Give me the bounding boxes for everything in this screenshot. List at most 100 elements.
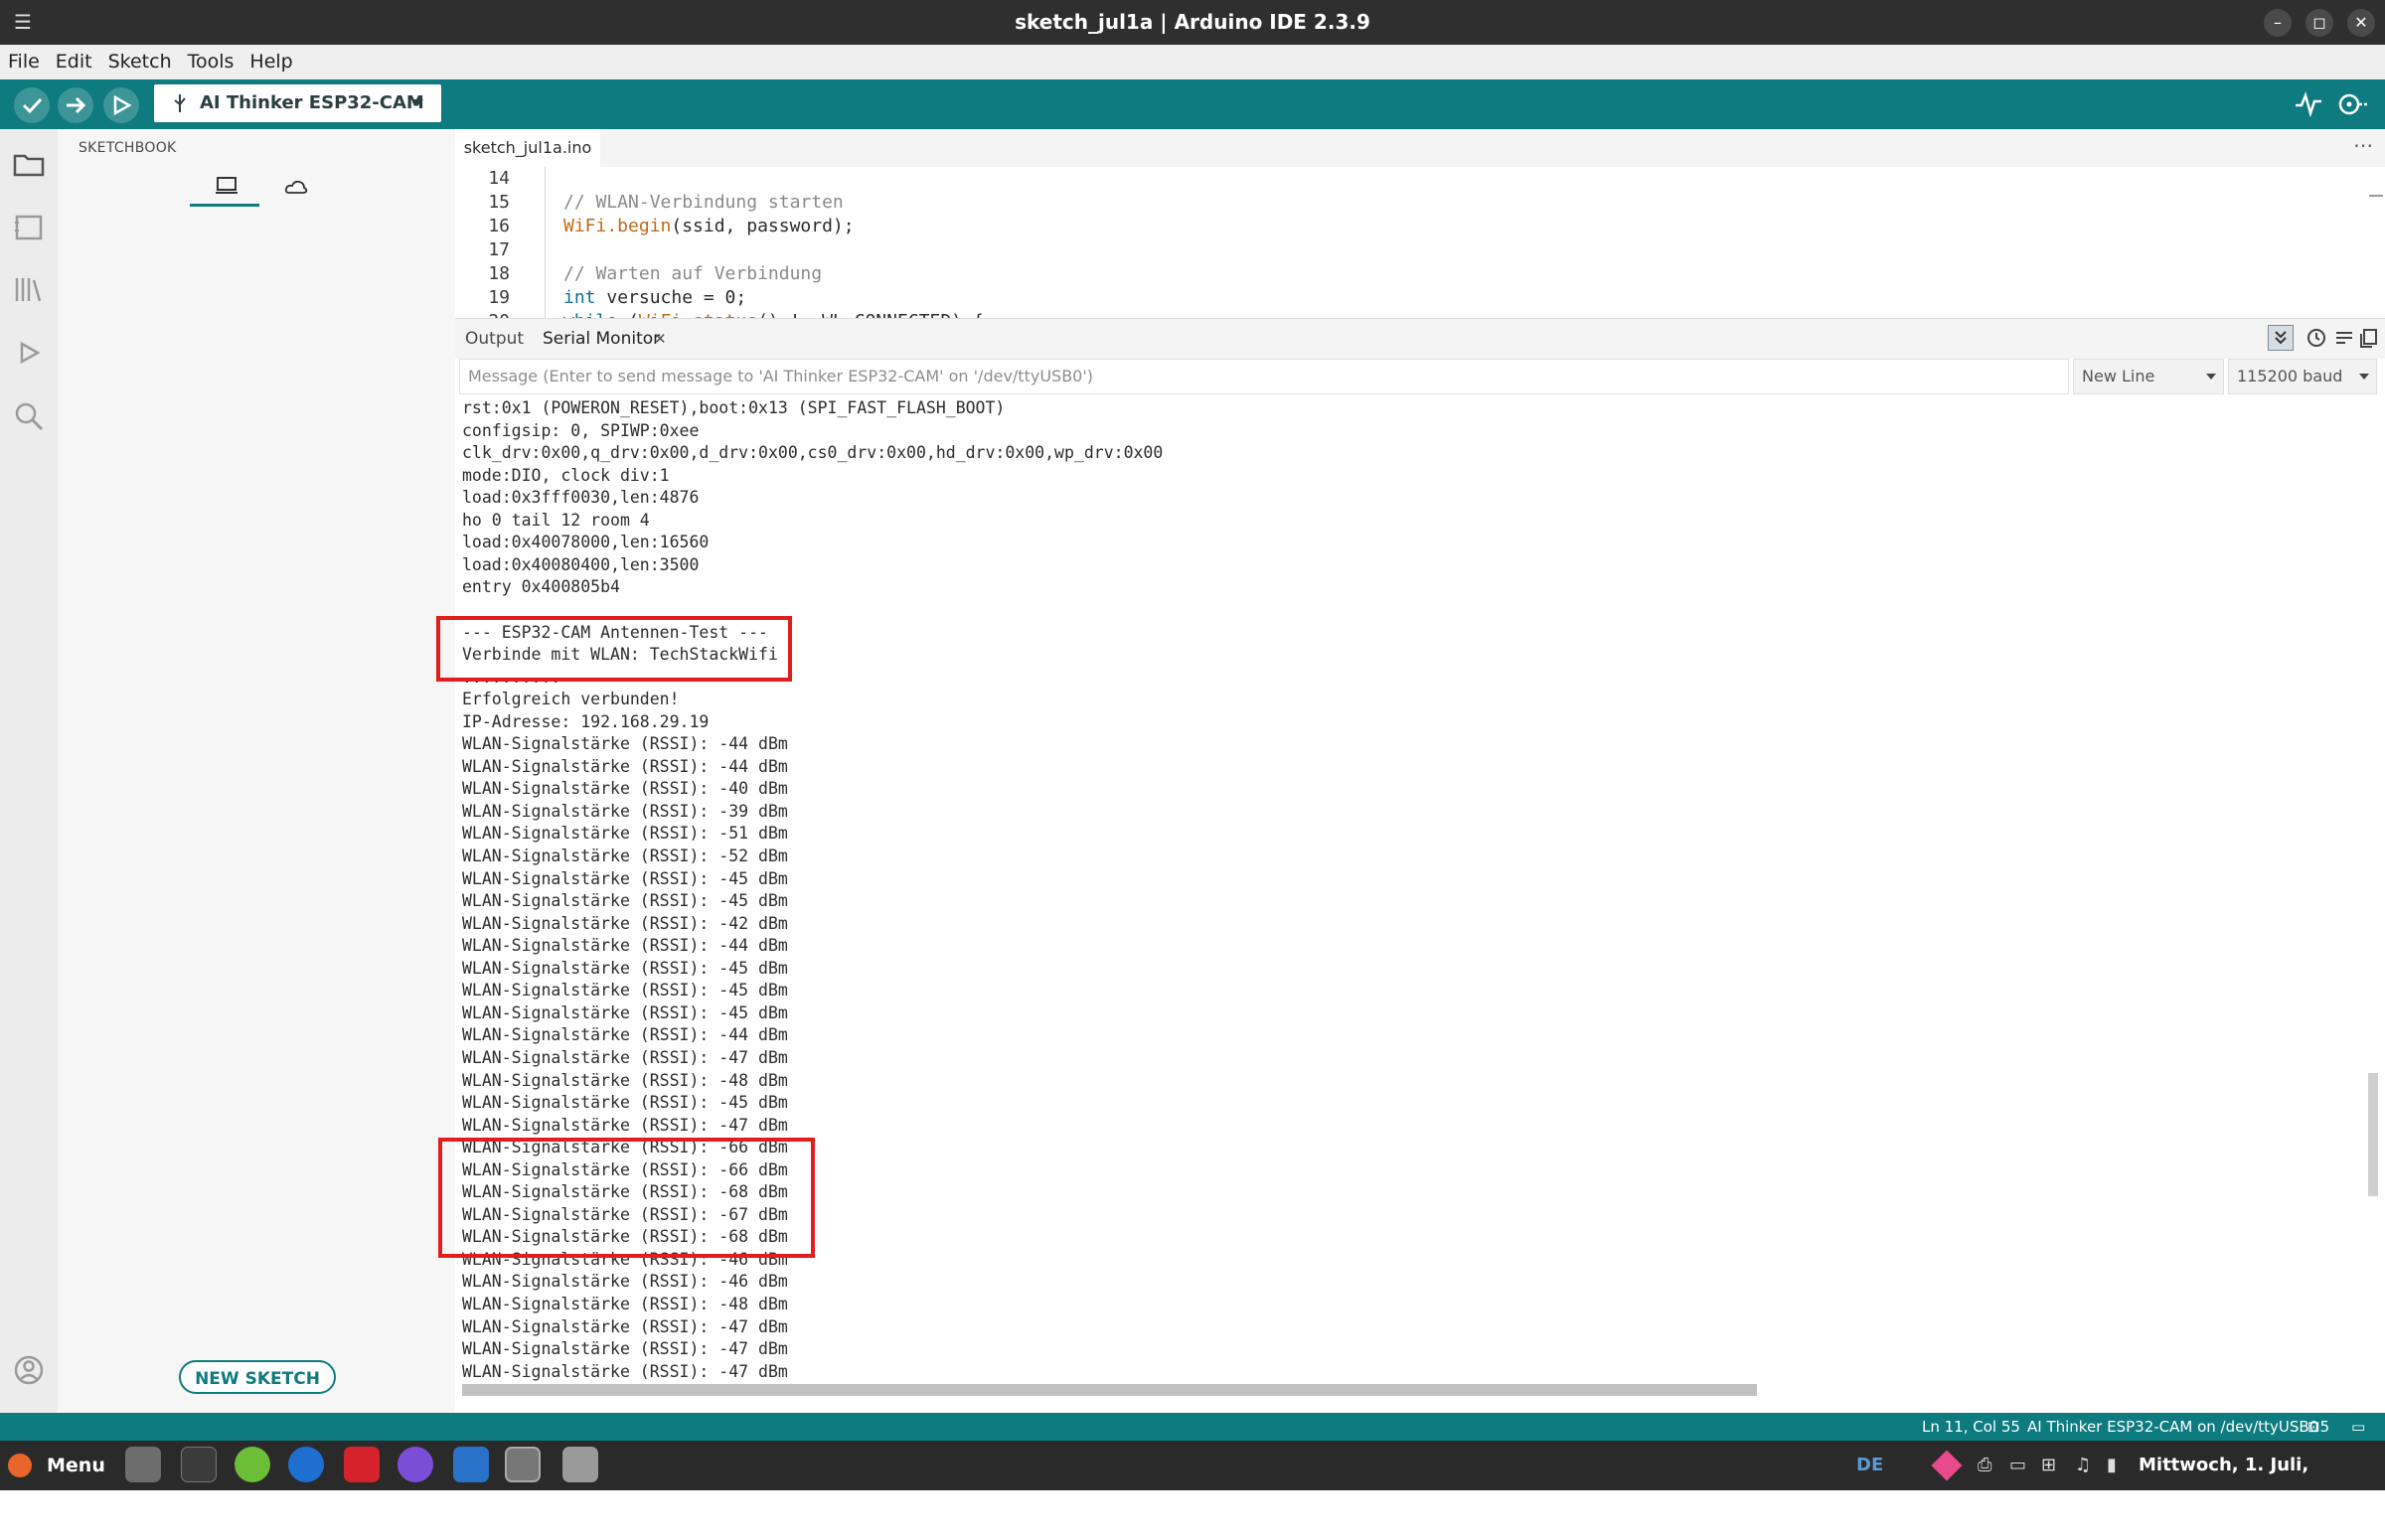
- terminal-app-icon[interactable]: [181, 1447, 217, 1482]
- verify-button[interactable]: [14, 87, 50, 123]
- clock[interactable]: Mittwoch, 1. Juli, 11:12:49: [2139, 1441, 2385, 1540]
- serial-line: WLAN-Signalstärke (RSSI): -44 dBm: [462, 1025, 788, 1045]
- close-window-button[interactable]: ✕: [2347, 9, 2375, 37]
- toggle-panel-icon[interactable]: ▭: [2351, 1413, 2365, 1441]
- serial-line: WLAN-Signalstärke (RSSI): -47 dBm: [462, 1047, 788, 1067]
- menu-edit[interactable]: Edit: [48, 45, 100, 79]
- close-tab-icon[interactable]: ✕: [654, 319, 667, 359]
- new-sketch-button[interactable]: NEW SKETCH: [179, 1360, 336, 1394]
- local-sketchbook-icon[interactable]: [216, 176, 238, 196]
- clear-output-icon[interactable]: [2333, 327, 2355, 349]
- keyboard-layout[interactable]: DE: [1856, 1441, 1883, 1490]
- serial-line: WLAN-Signalstärke (RSSI): -42 dBm: [462, 913, 788, 933]
- arrow-right-icon: [67, 96, 86, 114]
- printer-icon[interactable]: ⎙: [1978, 1441, 1991, 1490]
- network-icon[interactable]: ⊞: [2041, 1441, 2056, 1490]
- cursor-position[interactable]: Ln 11, Col 55: [1922, 1413, 2020, 1441]
- serial-line: load:0x40080400,len:3500: [462, 554, 700, 574]
- serial-line: WLAN-Signalstärke (RSSI): -51 dBm: [462, 824, 788, 844]
- menu-help[interactable]: Help: [241, 45, 300, 79]
- serial-line: WLAN-Signalstärke (RSSI): -45 dBm: [462, 981, 788, 1001]
- serial-line: clk_drv:0x00,q_drv:0x00,d_drv:0x00,cs0_d…: [462, 443, 1164, 463]
- board-name: AI Thinker ESP32-CAM: [200, 92, 424, 113]
- serial-plotter-icon[interactable]: [2294, 91, 2323, 117]
- battery-icon[interactable]: ▮: [2107, 1441, 2117, 1490]
- chevron-down-icon: [2206, 374, 2216, 380]
- status-bar: Ln 11, Col 55 AI Thinker ESP32-CAM on /d…: [0, 1413, 2385, 1441]
- serial-line: load:0x3fff0030,len:4876: [462, 488, 700, 508]
- thunderbird-app-icon[interactable]: [288, 1447, 324, 1482]
- serial-line: WLAN-Signalstärke (RSSI): -45 dBm: [462, 868, 788, 888]
- maximize-button[interactable]: ◻: [2306, 9, 2333, 37]
- debug-button[interactable]: [103, 87, 139, 123]
- serial-line: WLAN-Signalstärke (RSSI): -48 dBm: [462, 1295, 788, 1313]
- board-port-status[interactable]: AI Thinker ESP32-CAM on /dev/ttyUSB0: [2027, 1413, 2318, 1441]
- line-ending-value: New Line: [2082, 367, 2155, 385]
- image-viewer-app-icon[interactable]: [562, 1447, 598, 1482]
- activity-bar: [0, 129, 58, 1413]
- upload-button[interactable]: [58, 87, 93, 123]
- baud-rate-select[interactable]: 115200 baud: [2228, 359, 2377, 394]
- serial-line: mode:DIO, clock div:1: [462, 465, 670, 485]
- code-editor[interactable]: 14 15// WLAN-Verbindung starten 16 WiFi.b…: [455, 167, 2385, 318]
- menu-tools[interactable]: Tools: [180, 45, 242, 79]
- more-actions-icon[interactable]: ⋯: [2353, 133, 2373, 157]
- start-menu-button[interactable]: Menu: [47, 1441, 105, 1490]
- serial-line: WLAN-Signalstärke (RSSI): -47 dBm: [462, 1361, 788, 1381]
- debug-icon: [113, 94, 132, 116]
- active-tab-indicator: [190, 204, 259, 207]
- serial-line: configsip: 0, SPIWP:0xee: [462, 420, 700, 440]
- annotation-highlight-box: [436, 616, 792, 682]
- library-manager-icon[interactable]: [12, 272, 46, 306]
- serial-monitor-icon[interactable]: [2335, 89, 2371, 119]
- folder-icon[interactable]: [12, 147, 46, 181]
- serial-line: WLAN-Signalstärke (RSSI): -45 dBm: [462, 1093, 788, 1113]
- tab-output[interactable]: Output: [465, 319, 524, 359]
- serial-line: WLAN-Signalstärke (RSSI): -45 dBm: [462, 958, 788, 978]
- boards-manager-icon[interactable]: [12, 211, 46, 244]
- serial-line: WLAN-Signalstärke (RSSI): -48 dBm: [462, 1070, 788, 1090]
- editor-tab[interactable]: sketch_jul1a.ino: [455, 129, 600, 168]
- serial-line: Erfolgreich verbunden!: [462, 690, 680, 709]
- minimize-button[interactable]: –: [2264, 9, 2292, 37]
- baud-rate-value: 115200 baud: [2237, 367, 2343, 385]
- notification-count: 5: [2319, 1418, 2330, 1436]
- obsidian-app-icon[interactable]: [398, 1447, 433, 1482]
- autoscroll-toggle[interactable]: [2268, 325, 2294, 351]
- menu-logo-icon: [8, 1454, 32, 1477]
- text-editor-app-icon[interactable]: [453, 1447, 489, 1482]
- board-selector[interactable]: AI Thinker ESP32-CAM: [154, 84, 441, 122]
- timestamp-icon[interactable]: [2306, 327, 2327, 349]
- sound-icon[interactable]: ♫: [2075, 1441, 2091, 1490]
- account-icon[interactable]: [12, 1353, 46, 1387]
- search-icon[interactable]: [12, 399, 46, 433]
- serial-message-input[interactable]: Message (Enter to send message to 'AI Th…: [459, 359, 2069, 394]
- chevron-down-icon: [411, 99, 423, 106]
- vertical-scrollbar[interactable]: [2368, 1073, 2378, 1196]
- sketchbook-header: SKETCHBOOK: [79, 140, 177, 156]
- serial-line: WLAN-Signalstärke (RSSI): -46 dBm: [462, 1272, 788, 1292]
- line-ending-select[interactable]: New Line: [2073, 359, 2224, 394]
- tab-serial-monitor[interactable]: Serial Monitor: [543, 319, 660, 359]
- menu-bar: File Edit Sketch Tools Help: [0, 45, 2385, 79]
- files-app-icon[interactable]: [125, 1447, 161, 1482]
- serial-line: WLAN-Signalstärke (RSSI): -44 dBm: [462, 734, 788, 754]
- tor-app-icon[interactable]: [235, 1447, 270, 1482]
- copy-icon[interactable]: [2357, 327, 2379, 349]
- serial-line: WLAN-Signalstärke (RSSI): -44 dBm: [462, 756, 788, 776]
- window-title: sketch_jul1a | Arduino IDE 2.3.9: [1015, 10, 1370, 34]
- cloud-icon[interactable]: [284, 178, 308, 196]
- settings-app-icon[interactable]: [505, 1447, 541, 1482]
- chevron-double-down-icon: [2275, 331, 2287, 345]
- indent-guide: [545, 167, 546, 318]
- chevron-down-icon: [2359, 374, 2369, 380]
- menu-file[interactable]: File: [0, 45, 48, 79]
- menu-sketch[interactable]: Sketch: [100, 45, 180, 79]
- debug-panel-icon[interactable]: [12, 336, 46, 370]
- vivaldi-app-icon[interactable]: [344, 1447, 380, 1482]
- notifications-icon[interactable]: ⊡ 5: [2307, 1413, 2329, 1441]
- horizontal-scrollbar[interactable]: [462, 1384, 1757, 1396]
- display-icon[interactable]: ▭: [2009, 1441, 2026, 1490]
- minimap-marker: [2369, 195, 2383, 197]
- serial-line: WLAN-Signalstärke (RSSI): -52 dBm: [462, 847, 788, 865]
